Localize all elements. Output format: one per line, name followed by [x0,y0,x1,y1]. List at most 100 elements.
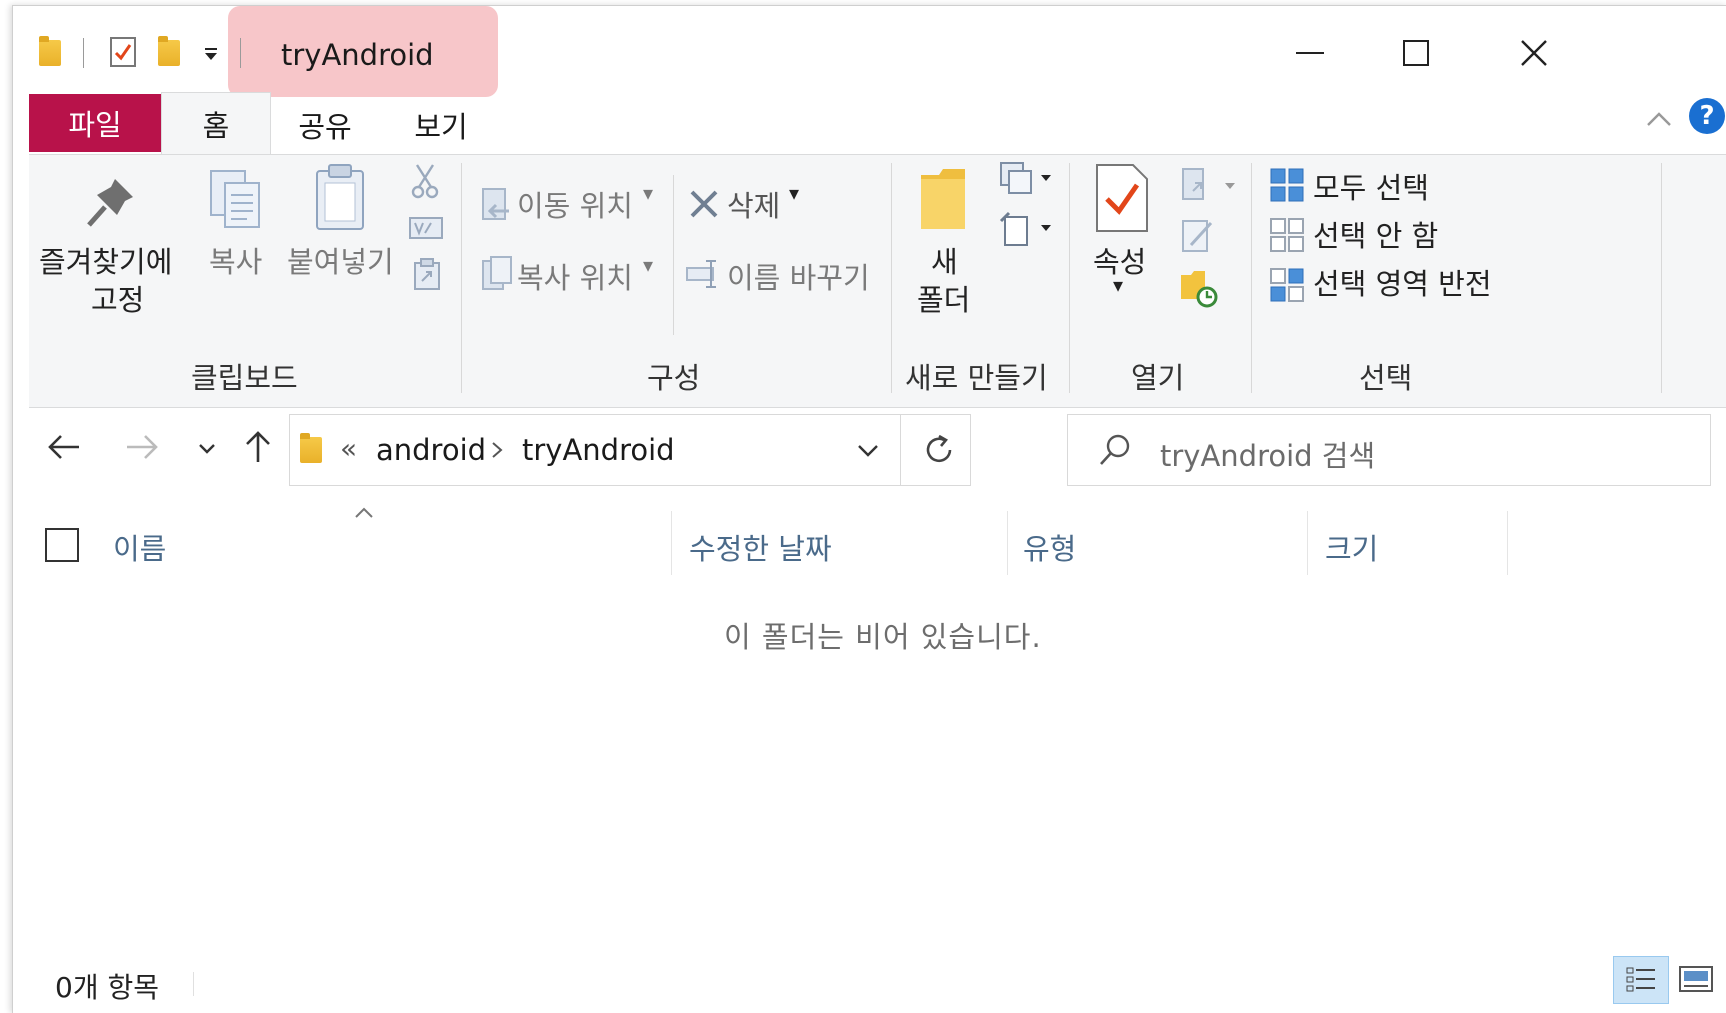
tab-share[interactable]: 공유 [275,92,375,158]
history-icon[interactable] [1179,269,1219,309]
pin-to-quick-access-label-2[interactable]: 고정 [91,277,144,319]
new-group-label: 새로 만들기 [905,361,1048,395]
close-icon [1521,40,1547,66]
column-divider[interactable] [1007,511,1008,575]
pin-to-quick-access-label[interactable]: 즐겨찾기에 [39,239,172,281]
paste-icon [316,164,364,230]
customize-toolbar-dropdown-icon[interactable] [203,46,219,62]
pin-icon [87,179,133,227]
status-divider [193,972,194,996]
folder-icon [39,36,61,66]
title-bar: tryAndroid [13,6,1726,97]
rename-icon [686,260,716,288]
group-separator [1069,163,1070,393]
group-separator [1661,163,1662,393]
group-separator [461,163,462,393]
column-name[interactable]: 이름 [113,526,166,568]
column-size[interactable]: 크기 [1325,526,1378,568]
cut-icon[interactable] [411,163,439,199]
forward-icon[interactable] [125,434,159,460]
separator [240,38,241,68]
minimize-button[interactable] [1275,28,1345,78]
easy-access-icon[interactable] [999,211,1053,247]
group-separator [673,175,674,335]
sort-ascending-icon[interactable] [353,506,375,520]
open-group-label: 열기 [1131,361,1185,395]
divider [900,415,901,485]
breadcrumb-separator-icon[interactable] [490,441,504,459]
new-item-icon[interactable] [999,161,1053,195]
open-icon[interactable] [1181,167,1239,203]
copy-to-icon [482,256,512,290]
edit-icon[interactable] [1181,217,1215,253]
copy-to-dropdown-icon[interactable]: ▾ [643,253,653,277]
move-to-button[interactable]: 이동 위치 [517,183,633,225]
column-date-modified[interactable]: 수정한 날짜 [689,526,832,568]
details-view-button[interactable] [1613,956,1669,1004]
back-icon[interactable] [47,434,81,460]
rename-button[interactable]: 이름 바꾸기 [727,255,870,297]
breadcrumb-tryandroid[interactable]: tryAndroid [522,433,675,467]
large-icons-view-icon [1679,966,1713,992]
organize-group-label: 구성 [647,361,701,395]
copy-to-button[interactable]: 복사 위치 [517,255,633,297]
select-none-icon [1270,218,1304,252]
move-to-dropdown-icon[interactable]: ▾ [643,181,653,205]
tab-file[interactable]: 파일 [29,94,161,152]
select-all-icon [1270,168,1304,202]
overflow-chevron-icon[interactable]: « [340,432,357,465]
breadcrumb-android[interactable]: android [376,433,486,467]
new-folder-label[interactable]: 새 [931,239,958,281]
select-all-checkbox[interactable] [45,528,79,562]
address-dropdown-icon[interactable] [856,443,880,459]
minimize-icon [1296,52,1324,54]
close-button[interactable] [1499,28,1569,78]
tab-home[interactable]: 홈 [161,92,271,155]
select-none-button[interactable]: 선택 안 함 [1313,213,1438,255]
recent-locations-chevron-icon[interactable] [197,442,217,456]
new-folder-icon [921,169,965,229]
ribbon-home: 즐겨찾기에 고정 복사 붙여넣기 클립보드 이동 위치 ▾ 복사 위치 ▾ 삭제… [29,154,1726,408]
refresh-icon[interactable] [922,433,956,467]
properties-quick-icon[interactable] [109,36,137,68]
new-folder-label-2[interactable]: 폴더 [917,277,970,319]
move-to-icon [482,188,509,220]
search-icon [1100,434,1130,465]
delete-dropdown-icon[interactable]: ▾ [789,181,799,205]
copy-path-icon[interactable] [409,217,443,239]
delete-button[interactable]: 삭제 [727,183,780,225]
copy-icon [210,170,260,228]
folder-icon [300,433,322,463]
large-icons-view-button[interactable] [1669,956,1723,1002]
properties-icon [1096,164,1148,232]
column-divider[interactable] [671,511,672,575]
invert-selection-button[interactable]: 선택 영역 반전 [1313,261,1492,303]
address-bar[interactable]: « android tryAndroid [289,414,971,486]
paste-shortcut-icon[interactable] [413,257,441,291]
help-icon[interactable]: ? [1689,98,1725,134]
tab-view[interactable]: 보기 [391,92,491,158]
search-placeholder[interactable]: tryAndroid 검색 [1160,433,1375,475]
paste-button[interactable]: 붙여넣기 [287,239,394,281]
details-view-icon [1626,967,1655,992]
invert-selection-icon [1270,268,1304,302]
column-divider[interactable] [1507,511,1508,575]
search-box[interactable]: tryAndroid 검색 [1067,414,1711,486]
copy-button[interactable]: 복사 [209,239,262,281]
select-all-button[interactable]: 모두 선택 [1313,165,1429,207]
item-count: 0개 항목 [55,971,159,1004]
maximize-button[interactable] [1381,28,1451,78]
column-type[interactable]: 유형 [1023,526,1076,568]
new-folder-quick-icon[interactable] [158,36,180,66]
properties-dropdown-icon[interactable]: ▾ [1113,273,1123,297]
window-title: tryAndroid [281,38,434,72]
up-icon[interactable] [245,430,271,464]
file-explorer-window: tryAndroid 파일 홈 공유 보기 ? 즐겨찾기에 고정 복사 붙여넣기… [12,5,1726,1013]
delete-icon [690,190,718,218]
separator [83,38,84,68]
collapse-ribbon-icon[interactable] [1645,110,1673,128]
clipboard-group-label: 클립보드 [191,361,298,395]
column-divider[interactable] [1307,511,1308,575]
select-group-label: 선택 [1359,361,1413,395]
group-separator [1251,163,1252,393]
